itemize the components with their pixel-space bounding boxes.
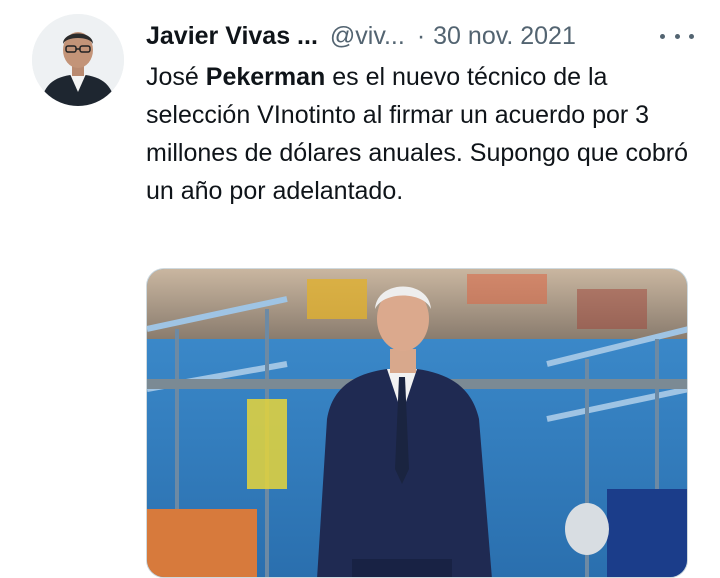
- author-avatar[interactable]: [32, 14, 124, 106]
- author-handle[interactable]: @viv...: [330, 22, 405, 51]
- more-dot: [674, 33, 680, 39]
- tweet-header: Javier Vivas ... @viv... · 30 nov. 2021: [146, 16, 694, 56]
- more-dot: [689, 33, 694, 39]
- tweet-text-mention: Pekerman: [205, 63, 326, 91]
- tweet-text-part1: José: [146, 63, 206, 91]
- author-display-name[interactable]: Javier Vivas ...: [146, 22, 318, 51]
- tweet-date[interactable]: 30 nov. 2021: [433, 22, 576, 51]
- header-separator: ·: [416, 21, 426, 50]
- more-horizontal-icon[interactable]: [660, 24, 694, 48]
- photo-coach-stadium: [147, 269, 687, 577]
- avatar-image: [32, 14, 124, 106]
- tweet-media-photo[interactable]: [146, 268, 688, 578]
- more-dot: [660, 33, 665, 39]
- tweet-text: José Pekerman es el nuevo técnico de la …: [146, 58, 691, 210]
